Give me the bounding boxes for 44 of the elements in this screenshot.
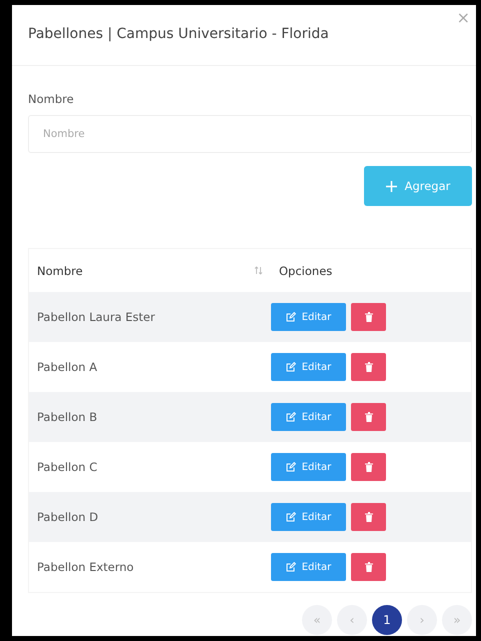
trash-icon [364,312,372,322]
table-cell-text: Pabellon B [36,410,98,424]
edit-button[interactable]: Editar [271,403,346,431]
add-button[interactable]: Agregar [364,166,472,206]
trash-icon [364,512,372,522]
page-button[interactable]: « [302,605,332,635]
table-cell-text: Pabellon D [36,510,100,524]
edit-button[interactable]: Editar [271,353,346,381]
field-label: Nombre [28,92,75,106]
edit-icon [286,362,296,372]
trash-icon [364,462,372,472]
edit-button[interactable]: Editar [271,303,346,331]
table-cell-text: Pabellon Externo [36,560,135,574]
edit-icon [286,512,296,522]
trash-icon [364,562,372,572]
edit-button[interactable]: Editar [271,553,346,581]
table-cell-text: Pabellon A [36,360,98,374]
delete-button[interactable] [351,503,386,531]
column-header: Nombre [36,264,83,278]
edit-button[interactable]: Editar [271,503,346,531]
delete-button[interactable] [351,553,386,581]
table-cell-text: Pabellon Laura Ester [36,310,156,324]
column-header: Opciones [278,264,332,278]
page-button[interactable]: ‹ [337,605,367,635]
edit-icon [286,412,296,422]
edit-icon [286,462,296,472]
delete-button[interactable] [351,303,386,331]
page-button[interactable]: » [442,605,472,635]
trash-icon [364,362,372,372]
name-input-field[interactable]: Nombre [28,115,472,153]
delete-button[interactable] [351,453,386,481]
plus-icon [386,180,397,192]
table-cell-text: Pabellon C [36,460,98,474]
modal-title: Pabellones | Campus Universitario - Florida [28,26,329,42]
delete-button[interactable] [351,403,386,431]
edit-button[interactable]: Editar [271,453,346,481]
delete-button[interactable] [351,353,386,381]
edit-icon [286,562,296,572]
close-button[interactable]: × [456,10,470,26]
edit-icon [286,312,296,322]
sort-icon[interactable] [254,266,263,275]
page-button[interactable]: › [407,605,437,635]
page-button[interactable]: 1 [372,605,402,635]
trash-icon [364,412,372,422]
